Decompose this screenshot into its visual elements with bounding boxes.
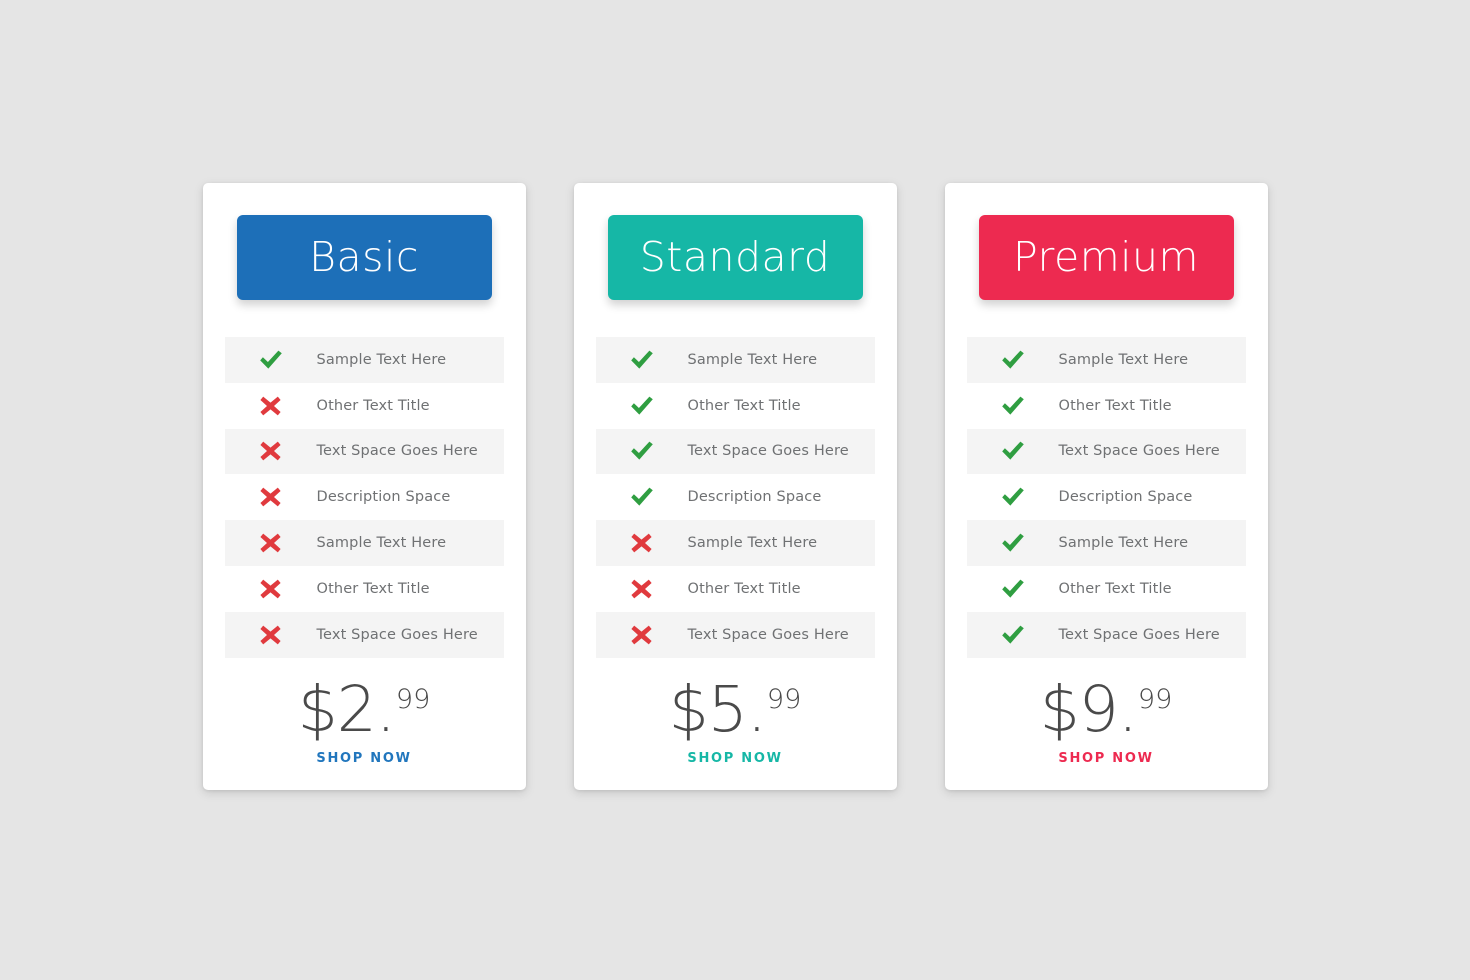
- feature-label: Description Space: [1058, 489, 1193, 506]
- feature-label: Description Space: [687, 489, 822, 506]
- check-icon: [967, 532, 1059, 554]
- feature-list: Sample Text Here Other Text Title Text S…: [224, 337, 504, 658]
- pricing-card-standard: Standard Sample Text Here Other Text Tit…: [573, 183, 897, 790]
- check-icon: [967, 578, 1059, 600]
- price-area: $9. 99 SHOP NOW: [945, 672, 1268, 766]
- price: $9. 99: [1039, 672, 1173, 746]
- check-icon: [967, 395, 1059, 417]
- feature-row: Text Space Goes Here: [595, 611, 875, 658]
- feature-label: Text Space Goes Here: [687, 443, 849, 460]
- check-icon: [596, 440, 688, 462]
- feature-row: Sample Text Here: [595, 337, 875, 383]
- feature-label: Other Text Title: [687, 397, 801, 414]
- feature-label: Text Space Goes Here: [687, 626, 849, 643]
- feature-row: Sample Text Here: [966, 337, 1246, 383]
- price-cents: 99: [766, 683, 802, 715]
- feature-label: Other Text Title: [1058, 397, 1172, 414]
- feature-list: Sample Text Here Other Text Title Text S…: [595, 337, 875, 658]
- feature-label: Sample Text Here: [316, 535, 447, 552]
- feature-label: Other Text Title: [316, 397, 430, 414]
- feature-row: Other Text Title: [595, 565, 875, 612]
- feature-label: Other Text Title: [1058, 580, 1172, 597]
- feature-row: Text Space Goes Here: [966, 611, 1246, 658]
- check-icon: [596, 349, 688, 371]
- feature-row: Sample Text Here: [224, 520, 504, 566]
- feature-label: Text Space Goes Here: [1058, 443, 1220, 460]
- feature-label: Sample Text Here: [316, 351, 447, 368]
- feature-row: Text Space Goes Here: [224, 428, 504, 475]
- pricing-cards-container: Basic Sample Text Here Other Text Title …: [202, 183, 1268, 790]
- feature-label: Text Space Goes Here: [316, 626, 478, 643]
- price-area: $5. 99 SHOP NOW: [574, 672, 897, 766]
- check-icon: [596, 395, 688, 417]
- feature-label: Description Space: [316, 489, 451, 506]
- feature-label: Other Text Title: [687, 580, 801, 597]
- feature-row: Description Space: [595, 474, 875, 521]
- plan-badge-premium[interactable]: Premium: [978, 215, 1234, 300]
- cross-icon: [225, 486, 317, 508]
- feature-row: Sample Text Here: [224, 337, 504, 383]
- cross-icon: [596, 532, 688, 554]
- shop-now-button[interactable]: SHOP NOW: [316, 751, 411, 766]
- pricing-card-basic: Basic Sample Text Here Other Text Title …: [202, 183, 526, 790]
- check-icon: [967, 486, 1059, 508]
- feature-row: Other Text Title: [224, 565, 504, 612]
- price: $2. 99: [297, 672, 431, 746]
- feature-row: Text Space Goes Here: [595, 428, 875, 475]
- check-icon: [596, 486, 688, 508]
- price-amount: $2.: [297, 672, 396, 746]
- feature-row: Other Text Title: [966, 382, 1246, 429]
- plan-name: Standard: [639, 233, 831, 281]
- check-icon: [967, 440, 1059, 462]
- price-amount: $9.: [1039, 672, 1138, 746]
- feature-list: Sample Text Here Other Text Title Text S…: [966, 337, 1246, 658]
- plan-badge-standard[interactable]: Standard: [607, 215, 863, 300]
- check-icon: [967, 624, 1059, 646]
- feature-row: Other Text Title: [224, 382, 504, 429]
- shop-now-button[interactable]: SHOP NOW: [1058, 751, 1153, 766]
- cross-icon: [225, 578, 317, 600]
- shop-now-button[interactable]: SHOP NOW: [687, 751, 782, 766]
- feature-row: Sample Text Here: [966, 520, 1246, 566]
- check-icon: [967, 349, 1059, 371]
- cross-icon: [225, 532, 317, 554]
- pricing-table-page: Basic Sample Text Here Other Text Title …: [0, 0, 1470, 980]
- feature-label: Sample Text Here: [687, 535, 818, 552]
- feature-row: Text Space Goes Here: [966, 428, 1246, 475]
- price-cents: 99: [1137, 683, 1173, 715]
- price: $5. 99: [668, 672, 802, 746]
- cross-icon: [596, 624, 688, 646]
- plan-badge-basic[interactable]: Basic: [236, 215, 492, 300]
- cross-icon: [596, 578, 688, 600]
- feature-row: Sample Text Here: [595, 520, 875, 566]
- feature-row: Description Space: [224, 474, 504, 521]
- feature-label: Other Text Title: [316, 580, 430, 597]
- feature-label: Text Space Goes Here: [316, 443, 478, 460]
- check-icon: [225, 349, 317, 371]
- price-area: $2. 99 SHOP NOW: [203, 672, 526, 766]
- plan-name: Basic: [309, 233, 419, 281]
- cross-icon: [225, 440, 317, 462]
- feature-row: Other Text Title: [966, 565, 1246, 612]
- feature-label: Sample Text Here: [1058, 351, 1189, 368]
- cross-icon: [225, 395, 317, 417]
- feature-label: Sample Text Here: [687, 351, 818, 368]
- feature-label: Sample Text Here: [1058, 535, 1189, 552]
- feature-row: Other Text Title: [595, 382, 875, 429]
- plan-name: Premium: [1013, 233, 1199, 281]
- pricing-card-premium: Premium Sample Text Here Other Text Titl…: [944, 183, 1268, 790]
- feature-label: Text Space Goes Here: [1058, 626, 1220, 643]
- price-cents: 99: [395, 683, 431, 715]
- cross-icon: [225, 624, 317, 646]
- feature-row: Text Space Goes Here: [224, 611, 504, 658]
- feature-row: Description Space: [966, 474, 1246, 521]
- price-amount: $5.: [668, 672, 767, 746]
